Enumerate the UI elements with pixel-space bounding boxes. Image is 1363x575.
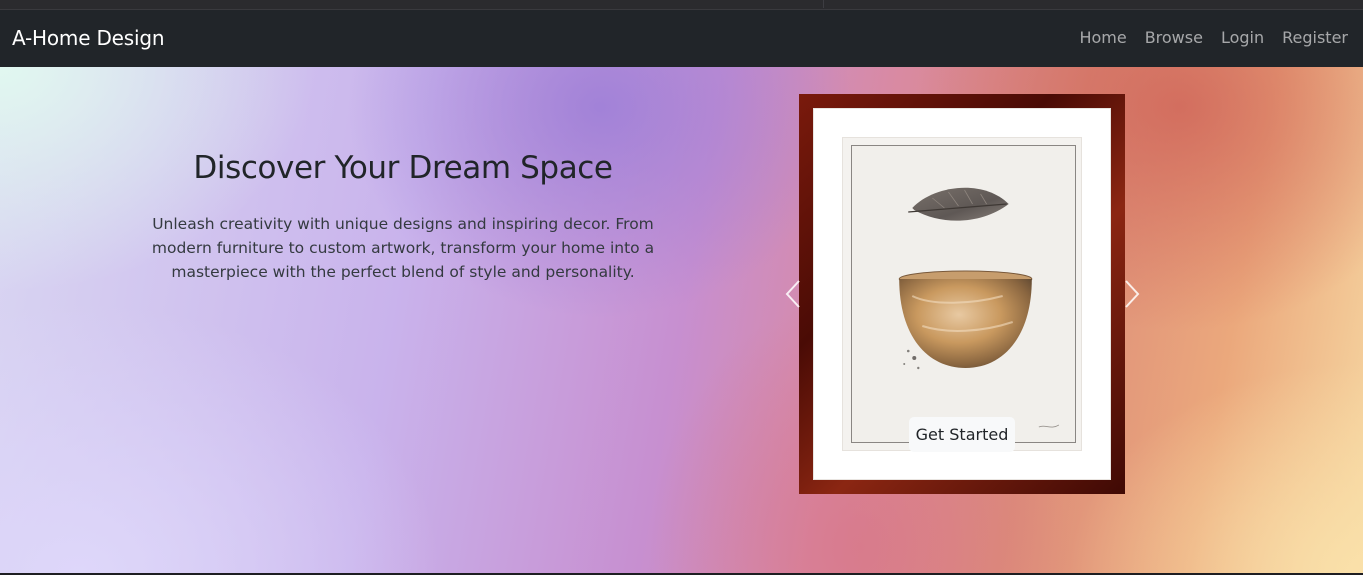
hero-description: Unleash creativity with unique designs a…	[151, 215, 655, 281]
nav-link-register[interactable]: Register	[1273, 28, 1357, 47]
brand-logo-link[interactable]: A-Home Design	[12, 26, 165, 50]
artwork-leaf-and-bowl	[851, 145, 1076, 443]
chevron-left-icon	[785, 280, 800, 308]
hero-title: Discover Your Dream Space	[193, 150, 613, 186]
nav-link-home[interactable]: Home	[1070, 28, 1135, 47]
navbar: A-Home Design Home Browse Login Register	[0, 10, 1363, 67]
carousel-next-button[interactable]	[1119, 278, 1145, 310]
hero-text-block: Discover Your Dream Space Unleash creati…	[120, 150, 686, 284]
get-started-button[interactable]: Get Started	[909, 417, 1015, 452]
carousel-prev-button[interactable]	[780, 278, 806, 310]
browser-top-strip	[0, 0, 1363, 10]
nav-link-login[interactable]: Login	[1212, 28, 1273, 47]
chevron-right-icon	[1125, 280, 1140, 308]
hero-section	[0, 67, 1363, 573]
artwork-illustration	[898, 187, 1060, 428]
nav-link-browse[interactable]: Browse	[1136, 28, 1212, 47]
strip-divider	[823, 0, 824, 8]
nav-links: Home Browse Login Register	[1070, 28, 1357, 47]
